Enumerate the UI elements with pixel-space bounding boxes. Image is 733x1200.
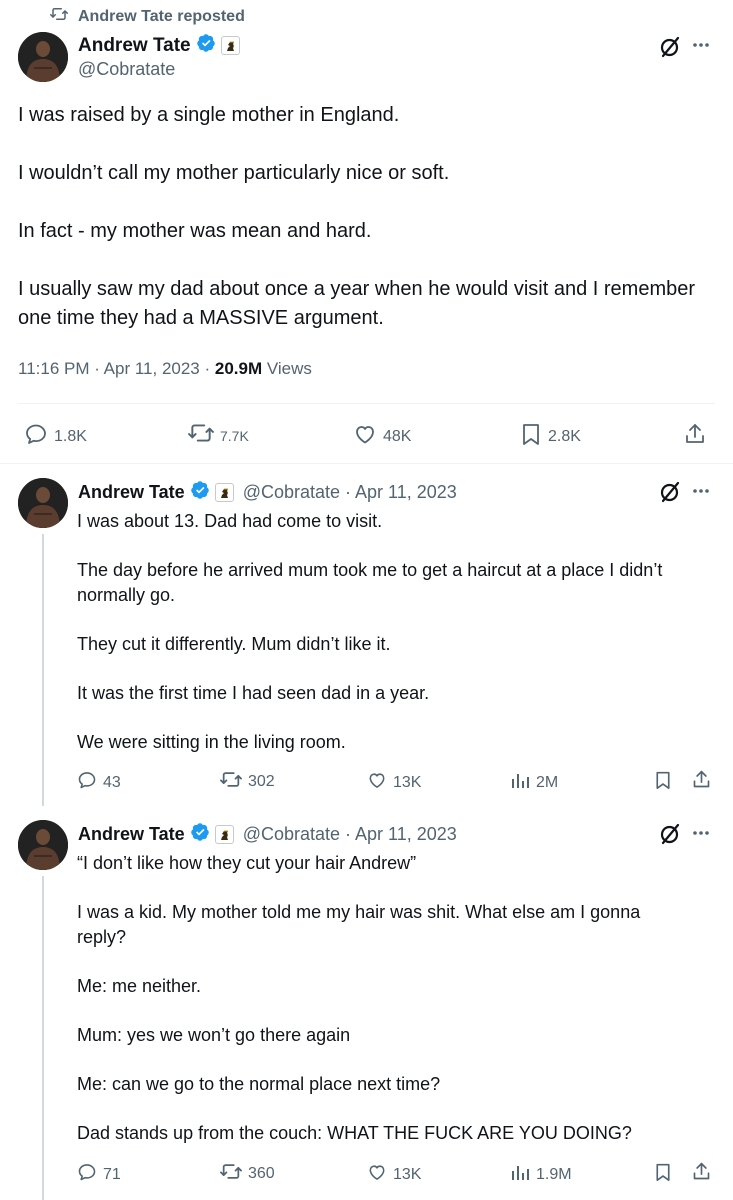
reply-icon (77, 770, 97, 795)
tweet-paragraph: “I don’t like how they cut your hair And… (77, 853, 417, 873)
tweet-paragraph: Mum: yes we won’t go there again (77, 1024, 351, 1045)
grok-icon[interactable] (658, 822, 682, 851)
more-icon[interactable] (692, 824, 710, 847)
verified-icon (190, 822, 210, 847)
like-button[interactable]: 48K (353, 422, 411, 451)
more-icon[interactable] (692, 36, 710, 59)
tweet-paragraph: Dad stands up from the couch: WHAT THE F… (77, 1122, 632, 1143)
tweet-paragraph: We were sitting in the living room. (77, 731, 346, 752)
share-icon[interactable] (683, 422, 707, 451)
author-row: Andrew Tate @Cobratate · Apr 11, 2023 (78, 822, 457, 847)
repost-button[interactable]: 360 (220, 1162, 275, 1186)
repost-icon (220, 1162, 242, 1186)
tweet-paragraph: I was a kid. My mother told me my hair w… (77, 902, 641, 947)
handle-date[interactable]: @Cobratate · Apr 11, 2023 (243, 482, 457, 503)
divider (18, 403, 715, 404)
like-count: 13K (393, 1165, 422, 1183)
tweet-meta: 11:16 PM · Apr 11, 2023 · 20.9M Views (18, 359, 312, 379)
tweet-paragraph: Me: me neither. (77, 975, 202, 996)
grok-icon[interactable] (658, 35, 682, 64)
tweet-text: “I don’t like how they cut your hair And… (77, 851, 677, 1145)
tweet-timestamp[interactable]: 11:16 PM · Apr 11, 2023 · (18, 359, 215, 378)
views-icon (510, 1162, 530, 1187)
like-button[interactable]: 13K (367, 770, 421, 795)
avatar[interactable] (18, 478, 68, 528)
reply-icon (77, 1162, 97, 1187)
verified-icon (190, 480, 210, 505)
share-icon[interactable] (691, 769, 712, 795)
bookmark-icon[interactable] (654, 770, 672, 795)
thread-line (42, 534, 44, 806)
reply-icon (24, 422, 48, 451)
views-button[interactable]: 2M (510, 770, 558, 795)
grok-icon[interactable] (658, 480, 682, 509)
repost-count: 7.7K (220, 427, 249, 444)
tweet-paragraph: The day before he arrived mum took me to… (77, 560, 663, 605)
reply-button[interactable]: 71 (77, 1162, 121, 1187)
author-row: Andrew Tate (78, 33, 240, 58)
views-count[interactable]: 20.9M (215, 359, 262, 378)
like-count: 13K (393, 773, 422, 791)
repost-count: 302 (248, 773, 275, 790)
author-name[interactable]: Andrew Tate (78, 35, 191, 57)
bookmark-icon[interactable] (654, 1162, 672, 1187)
reply-count: 1.8K (54, 427, 87, 445)
repost-label: Andrew Tate reposted (78, 7, 245, 25)
more-icon[interactable] (692, 482, 710, 505)
tweet-paragraph: I was about 13. Dad had come to visit. (77, 511, 383, 531)
repost-count: 360 (248, 1165, 275, 1182)
share-icon[interactable] (691, 1161, 712, 1187)
tweet-text: I was about 13. Dad had come to visit. T… (77, 509, 707, 754)
reply-button[interactable]: 1.8K (24, 422, 87, 451)
tweet-paragraph: In fact - my mother was mean and hard. (18, 220, 372, 242)
tweet-paragraph: I wouldn’t call my mother particularly n… (18, 162, 450, 184)
author-name[interactable]: Andrew Tate (78, 824, 185, 845)
affiliate-badge-icon[interactable] (214, 825, 234, 844)
reply-button[interactable]: 43 (77, 770, 121, 795)
bookmark-count: 2.8K (548, 427, 581, 445)
repost-button[interactable]: 302 (220, 770, 275, 794)
tweet-paragraph: It was the first time I had seen dad in … (77, 682, 430, 703)
author-handle[interactable]: @Cobratate (78, 59, 175, 80)
like-count: 48K (383, 427, 412, 445)
avatar[interactable] (18, 820, 68, 870)
tweet-paragraph: I was raised by a single mother in Engla… (18, 104, 400, 126)
affiliate-badge-icon[interactable] (220, 36, 240, 55)
views-count: 1.9M (536, 1165, 572, 1183)
views-button[interactable]: 1.9M (510, 1162, 572, 1187)
bookmark-icon (520, 422, 542, 451)
affiliate-badge-icon[interactable] (214, 483, 234, 502)
views-icon (510, 770, 530, 795)
tweet-paragraph: Me: can we go to the normal place next t… (77, 1073, 441, 1094)
divider (0, 463, 733, 464)
repost-icon (220, 770, 242, 794)
reply-count: 71 (103, 1165, 121, 1183)
views-count: 2M (536, 773, 559, 791)
repost-icon (188, 422, 214, 449)
views-label: Views (262, 359, 312, 378)
repost-button[interactable]: 7.7K (188, 422, 249, 449)
like-icon (367, 770, 387, 795)
bookmark-button[interactable]: 2.8K (520, 422, 581, 451)
author-name[interactable]: Andrew Tate (78, 482, 185, 503)
like-button[interactable]: 13K (367, 1162, 421, 1187)
verified-icon (196, 33, 216, 58)
like-icon (367, 1162, 387, 1187)
tweet-paragraph: I usually saw my dad about once a year w… (18, 278, 696, 329)
tweet-text: I was raised by a single mother in Engla… (18, 101, 698, 333)
like-icon (353, 422, 377, 451)
repost-header[interactable]: Andrew Tate reposted (50, 6, 245, 27)
avatar[interactable] (18, 32, 68, 82)
reply-count: 43 (103, 773, 121, 791)
tweet-paragraph: They cut it differently. Mum didn’t like… (77, 633, 391, 654)
author-row: Andrew Tate @Cobratate · Apr 11, 2023 (78, 480, 457, 505)
repost-icon (50, 6, 68, 27)
thread-line (42, 876, 44, 1200)
handle-date[interactable]: @Cobratate · Apr 11, 2023 (243, 824, 457, 845)
